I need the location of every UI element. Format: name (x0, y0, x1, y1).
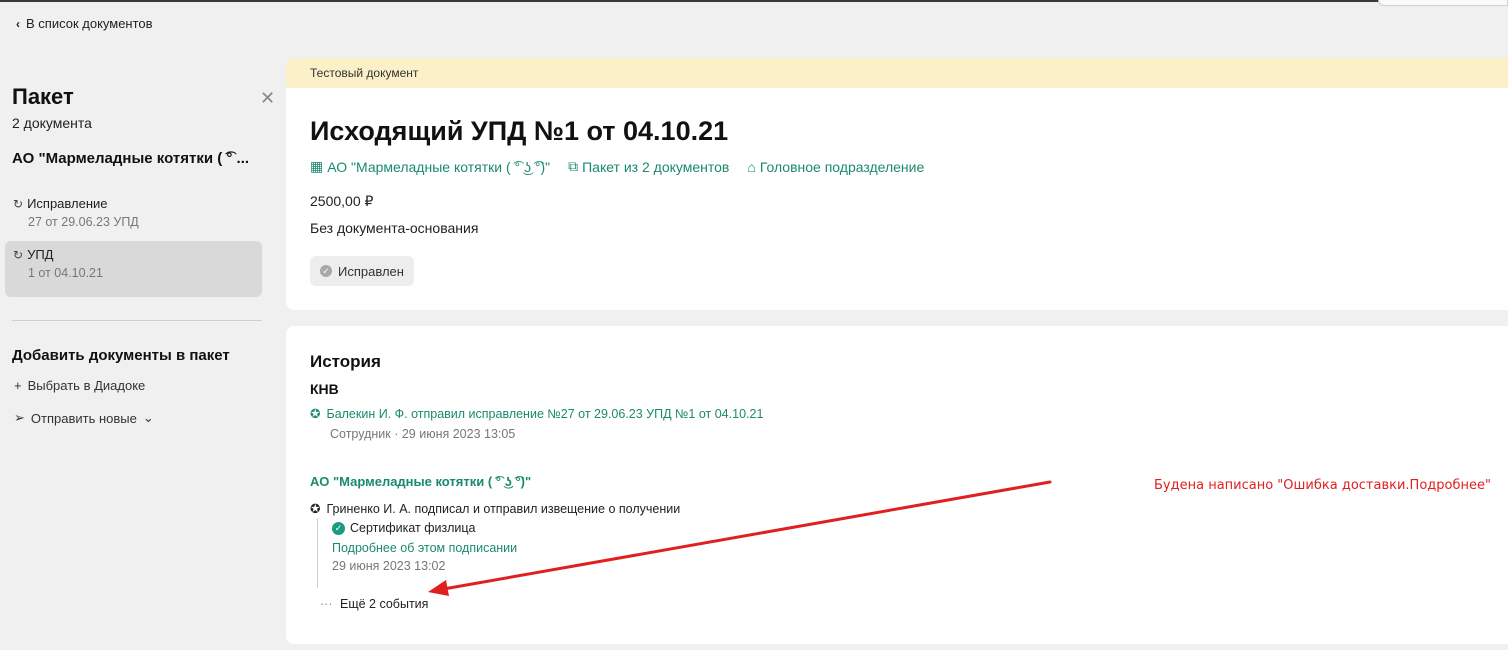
send-new-button[interactable]: ➢ Отправить новые ⌄ (14, 410, 154, 426)
close-icon[interactable]: ✕ (260, 88, 275, 109)
history-event-signed: ✪ Гриненко И. А. подписал и отправил изв… (310, 501, 681, 517)
plus-icon: + (14, 378, 22, 393)
send-new-label: Отправить новые (30, 410, 137, 426)
certificate-label: Сертификат физлица (350, 521, 476, 535)
doc-name: УПД (27, 247, 54, 262)
certificate-icon: ✪ (310, 502, 321, 516)
more-events-label: Ещё 2 события (339, 597, 429, 611)
history-org: АО "Мармеладные котятки ( ͡° ͜ʖ ͡°)" (310, 474, 532, 489)
building-icon: ▦ (310, 158, 324, 174)
event2-text: Гриненко И. А. подписал и отправил извещ… (326, 501, 681, 516)
org-link[interactable]: ▦ АО "Мармеладные котятки ( ͡° ͜ʖ ͡°)" (310, 158, 550, 175)
chevron-left-icon: ‹ (16, 16, 20, 31)
status-badge: ✓ Исправлен (310, 256, 414, 286)
ellipsis-icon: ··· (320, 597, 333, 611)
certificate-row: ✓ Сертификат физлица (332, 521, 476, 535)
window-top-border (0, 0, 1508, 2)
check-circle-icon: ✓ (332, 521, 345, 535)
package-org: АО "Мармеладные котятки ( ͡° ... (12, 150, 250, 167)
history-sender: КНВ (310, 381, 339, 397)
department-link-label: Головное подразделение (759, 158, 925, 175)
event-timeline-line (317, 518, 318, 588)
doc-sub: 1 от 04.10.21 (28, 266, 103, 280)
signing-details-link[interactable]: Подробнее об этом подписании (332, 541, 517, 555)
back-to-documents-link[interactable]: ‹ В список документов (16, 16, 153, 31)
document-card: Исходящий УПД №1 от 04.10.21 ▦ АО "Марме… (286, 88, 1508, 310)
document-basis: Без документа-основания (310, 220, 479, 236)
red-annotation-text: Будена написано "Ошибка доставки.Подробн… (1154, 478, 1491, 493)
event2-date: 29 июня 2023 13:02 (332, 559, 446, 573)
event1-text: Балекин И. Ф. отправил исправление №27 о… (326, 406, 764, 421)
back-label: В список документов (26, 16, 153, 31)
history-title: История (310, 352, 381, 371)
package-link[interactable]: ⧉ Пакет из 2 документов (568, 158, 729, 175)
home-icon: ⌂ (747, 158, 756, 175)
package-count: 2 документа (12, 115, 92, 131)
doc-name: Исправление (27, 196, 108, 211)
package-doc-item-upd[interactable]: ↻ УПД 1 от 04.10.21 (5, 241, 262, 297)
choose-in-diadoc-button[interactable]: + Выбрать в Диадоке (14, 378, 145, 393)
history-event-correction[interactable]: ✪ Балекин И. Ф. отправил исправление №27… (310, 406, 764, 422)
test-document-banner: Тестовый документ (286, 58, 1508, 88)
sidebar-divider (12, 320, 262, 321)
more-events-button[interactable]: ··· Ещё 2 события (320, 597, 428, 611)
send-icon: ➢ (14, 410, 25, 425)
document-amount: 2500,00 ₽ (310, 193, 374, 209)
package-icon: ⧉ (568, 158, 579, 174)
choose-in-diadoc-label: Выбрать в Диадоке (27, 378, 146, 393)
document-meta-links: ▦ АО "Мармеладные котятки ( ͡° ͜ʖ ͡°)" ⧉… (310, 158, 924, 175)
doc-sub: 27 от 29.06.23 УПД (28, 215, 139, 229)
package-link-label: Пакет из 2 документов (582, 158, 730, 175)
document-forward-icon: ↻ (13, 247, 24, 262)
package-doc-item-correction[interactable]: ↻ Исправление 27 от 29.06.23 УПД (5, 190, 262, 246)
package-title: Пакет (12, 84, 74, 109)
check-circle-icon: ✓ (320, 265, 332, 277)
org-link-label: АО "Мармеладные котятки ( ͡° ͜ʖ ͡°)" (327, 158, 551, 175)
certificate-icon: ✪ (310, 407, 321, 421)
chevron-down-icon: ⌄ (142, 410, 154, 425)
document-title: Исходящий УПД №1 от 04.10.21 (310, 116, 729, 146)
event1-meta: Сотрудник · 29 июня 2023 13:05 (330, 427, 516, 441)
department-link[interactable]: ⌂ Головное подразделение (747, 158, 924, 175)
status-label: Исправлен (338, 263, 404, 279)
corner-control-fragment (1378, 0, 1508, 6)
document-forward-icon: ↻ (13, 196, 24, 211)
add-docs-title: Добавить документы в пакет (12, 347, 230, 364)
